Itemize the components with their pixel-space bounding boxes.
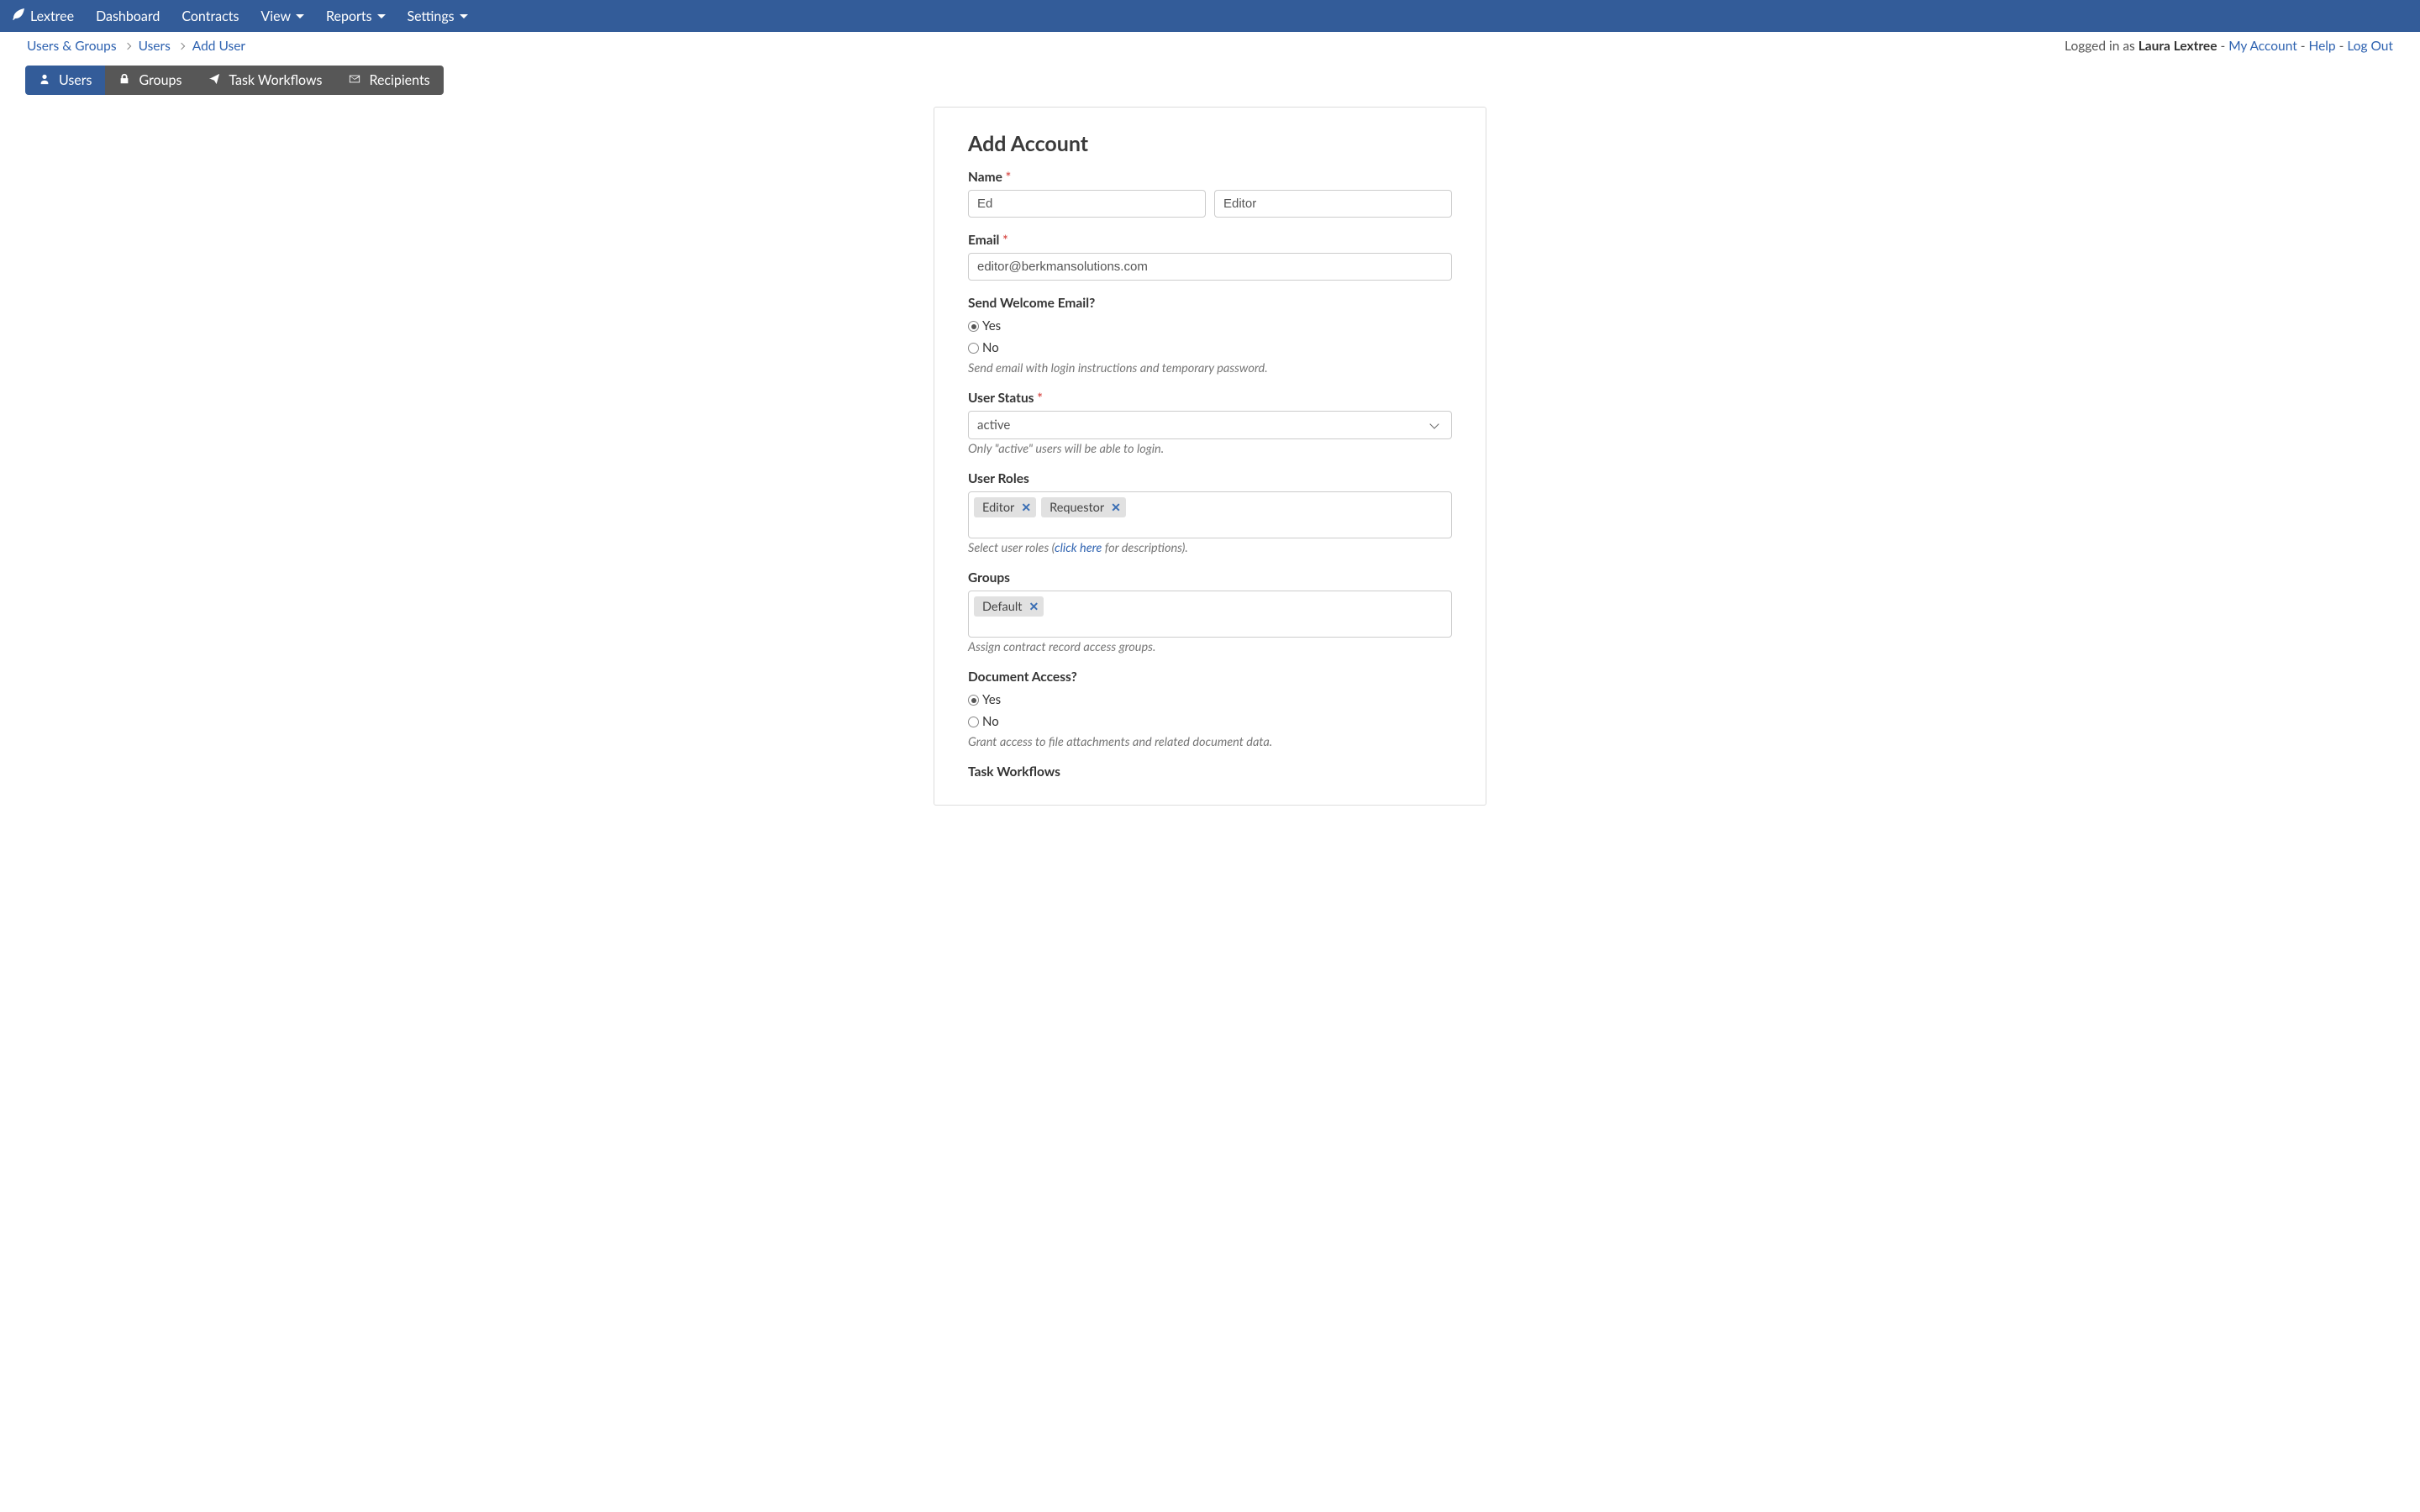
user-info: Logged in as Laura Lextree - My Account … <box>2065 39 2393 54</box>
welcome-help: Send email with login instructions and t… <box>968 361 1452 375</box>
envelope-icon <box>349 72 360 88</box>
radio-label: No <box>982 711 999 733</box>
doc-yes-radio[interactable]: Yes <box>968 690 1452 711</box>
nav-contracts[interactable]: Contracts <box>182 8 239 24</box>
nav-item-label: Contracts <box>182 8 239 24</box>
tab-groups[interactable]: Groups <box>105 66 195 95</box>
page-title: Add Account <box>968 131 1452 156</box>
group-tag: Default ✕ <box>974 596 1044 617</box>
lock-icon <box>118 72 130 88</box>
tab-label: Task Workflows <box>229 72 322 88</box>
radio-icon <box>968 717 979 727</box>
breadcrumb-link[interactable]: Users & Groups <box>27 39 117 54</box>
paper-plane-icon <box>208 72 220 88</box>
remove-tag-icon[interactable]: ✕ <box>1021 500 1031 515</box>
brand[interactable]: Lextree <box>12 8 74 24</box>
welcome-yes-radio[interactable]: Yes <box>968 316 1452 338</box>
radio-label: No <box>982 338 999 360</box>
user-info-prefix: Logged in as <box>2065 39 2139 54</box>
caret-down-icon <box>377 14 386 18</box>
tab-label: Recipients <box>369 72 429 88</box>
roles-help: Select user roles (click here for descri… <box>968 541 1452 555</box>
radio-label: Yes <box>982 690 1001 711</box>
nav-settings[interactable]: Settings <box>408 8 468 24</box>
user-icon <box>39 72 50 88</box>
roles-input[interactable]: Editor ✕ Requestor ✕ <box>968 491 1452 538</box>
nav-reports[interactable]: Reports <box>326 8 385 24</box>
caret-down-icon <box>460 14 468 18</box>
my-account-link[interactable]: My Account <box>2228 39 2297 54</box>
doc-access-label: Document Access? <box>968 669 1452 685</box>
tab-users[interactable]: Users <box>25 66 105 95</box>
welcome-no-radio[interactable]: No <box>968 338 1452 360</box>
nav-item-label: View <box>260 8 291 24</box>
remove-tag-icon[interactable]: ✕ <box>1111 500 1121 515</box>
status-select[interactable]: active <box>968 411 1452 439</box>
tab-recipients[interactable]: Recipients <box>335 66 443 95</box>
tabs: Users Groups Task Workflows Recipients <box>25 66 2420 95</box>
roles-help-link[interactable]: click here <box>1055 541 1102 555</box>
email-label: Email * <box>968 233 1452 248</box>
breadcrumb-link[interactable]: Users <box>139 39 171 54</box>
brand-text: Lextree <box>30 8 74 24</box>
user-name: Laura Lextree <box>2139 39 2217 54</box>
help-link[interactable]: Help <box>2309 39 2336 54</box>
required-icon: * <box>1006 170 1012 185</box>
first-name-input[interactable] <box>968 190 1206 218</box>
status-help: Only "active" users will be able to logi… <box>968 442 1452 456</box>
tag-label: Requestor <box>1050 501 1104 515</box>
radio-icon <box>968 695 979 706</box>
nav-item-label: Settings <box>408 8 455 24</box>
sub-bar: Users & Groups Users Add User Logged in … <box>0 32 2420 60</box>
groups-label: Groups <box>968 570 1452 585</box>
caret-down-icon <box>296 14 304 18</box>
radio-icon <box>968 321 979 332</box>
email-input[interactable] <box>968 253 1452 281</box>
nav-dashboard[interactable]: Dashboard <box>96 8 160 24</box>
tag-label: Editor <box>982 501 1014 515</box>
groups-help: Assign contract record access groups. <box>968 640 1452 654</box>
leaf-icon <box>12 8 25 24</box>
tag-label: Default <box>982 600 1022 614</box>
status-label: User Status * <box>968 391 1452 406</box>
required-icon: * <box>1002 233 1008 248</box>
remove-tag-icon[interactable]: ✕ <box>1028 599 1039 614</box>
nav-view[interactable]: View <box>260 8 304 24</box>
chevron-down-icon <box>1429 419 1439 428</box>
role-tag: Requestor ✕ <box>1041 497 1126 517</box>
roles-label: User Roles <box>968 471 1452 486</box>
breadcrumb: Users & Groups Users Add User <box>27 39 245 54</box>
tab-label: Groups <box>139 72 182 88</box>
breadcrumb-link[interactable]: Add User <box>192 39 245 54</box>
name-label: Name * <box>968 170 1452 185</box>
select-value: active <box>977 417 1010 433</box>
groups-input[interactable]: Default ✕ <box>968 591 1452 638</box>
tab-label: Users <box>59 72 92 88</box>
add-account-card: Add Account Name * Email * Send Welcome … <box>934 107 1486 806</box>
radio-label: Yes <box>982 316 1001 338</box>
chevron-right-icon <box>178 43 185 50</box>
required-icon: * <box>1037 391 1043 406</box>
content: Add Account Name * Email * Send Welcome … <box>0 95 2420 806</box>
workflows-label: Task Workflows <box>968 764 1452 780</box>
welcome-label: Send Welcome Email? <box>968 296 1452 311</box>
tab-task-workflows[interactable]: Task Workflows <box>195 66 335 95</box>
last-name-input[interactable] <box>1214 190 1452 218</box>
doc-no-radio[interactable]: No <box>968 711 1452 733</box>
doc-help: Grant access to file attachments and rel… <box>968 735 1452 749</box>
role-tag: Editor ✕ <box>974 497 1036 517</box>
top-nav: Lextree Dashboard Contracts View Reports… <box>0 0 2420 32</box>
radio-icon <box>968 343 979 354</box>
nav-item-label: Dashboard <box>96 8 160 24</box>
logout-link[interactable]: Log Out <box>2347 39 2393 54</box>
nav-item-label: Reports <box>326 8 371 24</box>
chevron-right-icon <box>124 43 130 50</box>
